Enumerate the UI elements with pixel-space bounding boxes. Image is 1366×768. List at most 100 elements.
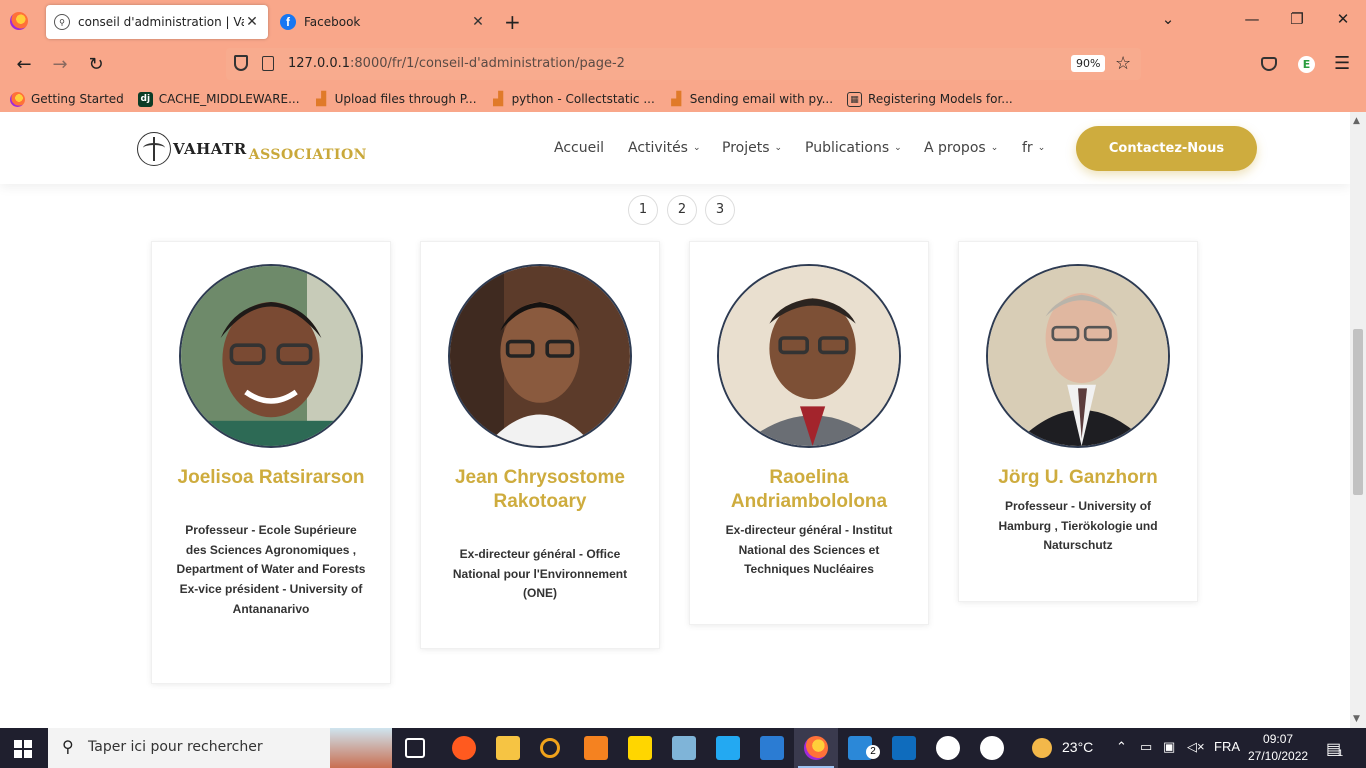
app-icon-panda[interactable] xyxy=(936,736,960,760)
bookmark-item[interactable]: ▟ Sending email with py... xyxy=(669,92,833,107)
bookmark-item[interactable]: Getting Started xyxy=(10,91,124,107)
windows-start-icon[interactable] xyxy=(14,740,32,758)
url-text[interactable]: 127.0.0.1:8000/fr/1/conseil-d'administra… xyxy=(288,56,625,71)
firefox-icon[interactable] xyxy=(10,12,28,30)
contact-button[interactable]: Contactez-Nous xyxy=(1076,126,1257,171)
menu-label: Publications xyxy=(805,140,890,156)
todo-icon[interactable] xyxy=(760,736,784,760)
badge-count: 2 xyxy=(866,745,880,759)
bookmarks-bar: Getting Started dj CACHE_MIDDLEWARE... ▟ U… xyxy=(0,86,1366,112)
browser-nav-bar: ← → ↻ 127.0.0.1:8000/fr/1/conseil-d'admi… xyxy=(0,44,1366,86)
app-icon-blue[interactable] xyxy=(672,736,696,760)
django-icon: dj xyxy=(137,91,153,107)
network-icon[interactable]: ▣ xyxy=(1163,739,1175,755)
tab-title: Facebook xyxy=(304,15,361,29)
menu-label: Projets xyxy=(722,140,770,156)
sticky-notes-icon[interactable] xyxy=(628,736,652,760)
back-icon[interactable]: ← xyxy=(12,54,36,75)
chevron-down-icon: ⌄ xyxy=(692,143,701,153)
member-photo xyxy=(448,264,632,448)
taskbar-search[interactable]: ⚲ Taper ici pour rechercher xyxy=(48,728,392,768)
site-logo[interactable]: VAHATR ASSOCIATION xyxy=(137,132,367,166)
vahatra-logo-icon xyxy=(137,132,171,166)
scroll-down-icon[interactable]: ▼ xyxy=(1353,714,1360,724)
menu-label: Accueil xyxy=(554,140,604,156)
close-tab-icon[interactable]: ✕ xyxy=(470,14,486,30)
menu-item-activites[interactable]: Activités ⌄ xyxy=(628,140,701,156)
member-name: Joelisoa Ratsirarson xyxy=(177,467,365,488)
member-photo xyxy=(986,264,1170,448)
firefox-icon[interactable] xyxy=(804,736,828,760)
tab-facebook[interactable]: f Facebook ✕ xyxy=(272,5,494,39)
shield-icon[interactable] xyxy=(234,55,248,71)
bookmark-item[interactable]: dj CACHE_MIDDLEWARE... xyxy=(137,91,300,107)
reload-icon[interactable]: ↻ xyxy=(84,54,108,75)
docs-icon: ▦ xyxy=(847,91,863,107)
bookmark-label: CACHE_MIDDLEWARE... xyxy=(158,92,300,106)
menu-item-publications[interactable]: Publications ⌄ xyxy=(805,140,902,156)
scroll-up-icon[interactable]: ▲ xyxy=(1353,116,1360,126)
menu-item-language[interactable]: fr ⌄ xyxy=(1022,140,1045,156)
chevron-down-icon: ⌄ xyxy=(774,143,783,153)
vahatra-favicon-icon: ⚲ xyxy=(54,14,70,30)
member-card: Jean Chrysostome Rakotoary Ex-directeur … xyxy=(420,241,660,649)
scrollbar-thumb[interactable] xyxy=(1353,329,1363,495)
file-explorer-icon[interactable] xyxy=(496,736,520,760)
weather-icon[interactable] xyxy=(1032,738,1052,758)
clock[interactable]: 09:07 27/10/2022 xyxy=(1248,731,1308,765)
page-button-3[interactable]: 3 xyxy=(705,195,735,225)
pocket-icon[interactable] xyxy=(1261,57,1277,71)
weather-temp[interactable]: 23°C xyxy=(1062,739,1093,755)
zoom-badge[interactable]: 90% xyxy=(1071,55,1106,72)
battery-icon[interactable]: ▭ xyxy=(1140,739,1152,755)
bookmark-label: Sending email with py... xyxy=(689,92,834,106)
menu-item-projets[interactable]: Projets ⌄ xyxy=(722,140,782,156)
task-view-icon[interactable] xyxy=(405,738,425,758)
logo-text-vahatr: VAHATR xyxy=(173,140,247,158)
vscode-icon[interactable] xyxy=(716,736,740,760)
portrait-photo xyxy=(719,266,899,446)
minimize-icon[interactable]: — xyxy=(1242,10,1262,28)
close-window-icon[interactable]: ✕ xyxy=(1333,10,1353,28)
chevron-up-icon[interactable]: ⌃ xyxy=(1116,739,1127,755)
page-info-icon[interactable] xyxy=(262,56,274,71)
app-icon-panda-2[interactable] xyxy=(980,736,1004,760)
volume-muted-icon[interactable]: ◁× xyxy=(1187,739,1205,755)
member-card: Jörg U. Ganzhorn Professeur - University… xyxy=(958,241,1198,602)
extension-icon[interactable]: E xyxy=(1298,56,1315,73)
hamburger-menu-icon[interactable]: ☰ xyxy=(1334,53,1350,74)
page-button-2[interactable]: 2 xyxy=(667,195,697,225)
menu-item-a-propos[interactable]: A propos ⌄ xyxy=(924,140,998,156)
windows-taskbar: ⚲ Taper ici pour rechercher 2 23°C ⌃ ▭ ▣… xyxy=(0,728,1366,768)
portrait-photo xyxy=(988,266,1168,446)
site-header: VAHATR ASSOCIATION Accueil Activités ⌄ Pr… xyxy=(0,112,1350,184)
restore-icon[interactable]: ❐ xyxy=(1287,10,1307,28)
forward-icon[interactable]: → xyxy=(48,54,72,75)
language-indicator[interactable]: FRA xyxy=(1214,739,1240,754)
close-tab-icon[interactable]: ✕ xyxy=(244,14,260,30)
browser-tab-bar: ⚲ conseil d'administration | Vahatra ✕ f… xyxy=(0,0,1366,44)
bookmark-star-icon[interactable]: ☆ xyxy=(1115,53,1131,74)
facebook-icon: f xyxy=(280,14,296,30)
tab-vahatra[interactable]: ⚲ conseil d'administration | Vahatra ✕ xyxy=(46,5,268,39)
member-card: Raoelina Andriambololona Ex-directeur gé… xyxy=(689,241,929,625)
bookmark-item[interactable]: ▟ python - Collectstatic ... xyxy=(491,92,655,107)
xampp-icon[interactable] xyxy=(584,736,608,760)
bookmark-item[interactable]: ▦ Registering Models for... xyxy=(847,91,1013,107)
page-button-1[interactable]: 1 xyxy=(628,195,658,225)
tab-list-chevron-icon[interactable]: ⌄ xyxy=(1158,10,1178,28)
bookmark-label: Getting Started xyxy=(31,92,124,106)
search-app-icon[interactable] xyxy=(540,738,560,758)
page-scrollbar[interactable]: ▲ ▼ xyxy=(1350,112,1366,728)
app-icon-orange[interactable] xyxy=(452,736,476,760)
member-card: Joelisoa Ratsirarson Professeur - Ecole … xyxy=(151,241,391,684)
member-description: Professeur - University of Hamburg , Tie… xyxy=(998,499,1158,553)
bookmark-item[interactable]: ▟ Upload files through P... xyxy=(314,92,476,107)
menu-item-accueil[interactable]: Accueil xyxy=(554,140,604,156)
new-tab-icon[interactable]: + xyxy=(504,10,521,34)
url-bar[interactable]: 127.0.0.1:8000/fr/1/conseil-d'administra… xyxy=(226,48,1141,80)
member-name: Jörg U. Ganzhorn xyxy=(998,467,1158,488)
url-host: 127.0.0.1 xyxy=(288,56,351,71)
mail-icon[interactable] xyxy=(892,736,916,760)
bookmark-label: python - Collectstatic ... xyxy=(511,92,655,106)
